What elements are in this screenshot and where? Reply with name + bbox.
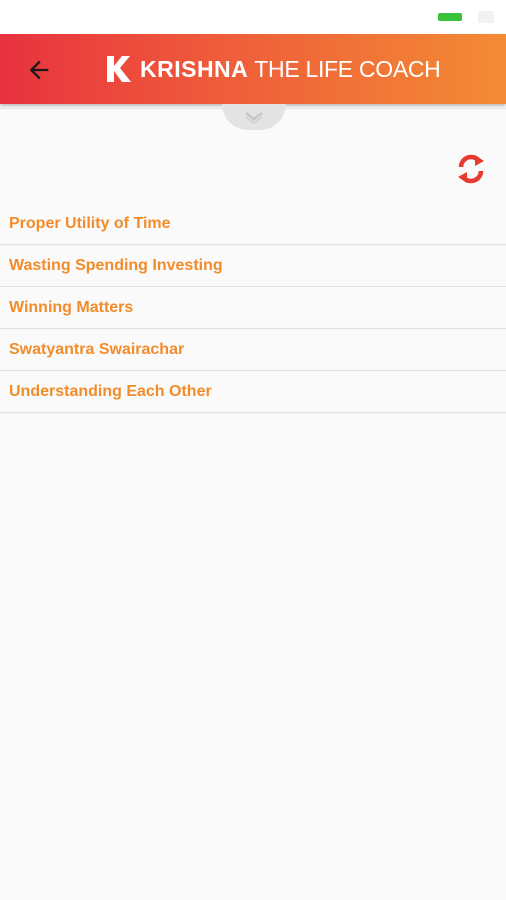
topic-label: Proper Utility of Time: [9, 214, 171, 232]
list-item[interactable]: Wasting Spending Investing: [0, 245, 506, 287]
battery-icon: [438, 13, 462, 21]
arrow-left-icon: [29, 60, 49, 80]
list-item[interactable]: Swatyantra Swairachar: [0, 329, 506, 371]
app-logo: KRISHNA THE LIFE COACH: [104, 52, 441, 86]
list-item[interactable]: Winning Matters: [0, 287, 506, 329]
topic-label: Wasting Spending Investing: [9, 256, 223, 274]
list-item[interactable]: Proper Utility of Time: [0, 203, 506, 245]
logo-brand: KRISHNA: [140, 55, 249, 82]
status-bar: [0, 0, 506, 34]
back-button[interactable]: [20, 51, 58, 89]
chevron-down-icon: [245, 112, 263, 124]
topic-label: Understanding Each Other: [9, 382, 212, 400]
logo-k-icon: [107, 56, 131, 82]
signal-icon: [478, 11, 494, 23]
topic-label: Winning Matters: [9, 298, 134, 316]
refresh-button[interactable]: [454, 152, 488, 186]
refresh-icon: [458, 154, 484, 184]
app-bar: KRISHNA THE LIFE COACH: [0, 34, 506, 104]
topic-list: Proper Utility of Time Wasting Spending …: [0, 203, 506, 413]
screen: KRISHNA THE LIFE COACH Proper Utility of…: [0, 0, 506, 900]
pull-down-tab[interactable]: [222, 104, 286, 130]
logo-tagline: THE LIFE COACH: [254, 55, 441, 82]
list-item[interactable]: Understanding Each Other: [0, 371, 506, 413]
topic-label: Swatyantra Swairachar: [9, 340, 185, 358]
section-header: [0, 152, 506, 188]
